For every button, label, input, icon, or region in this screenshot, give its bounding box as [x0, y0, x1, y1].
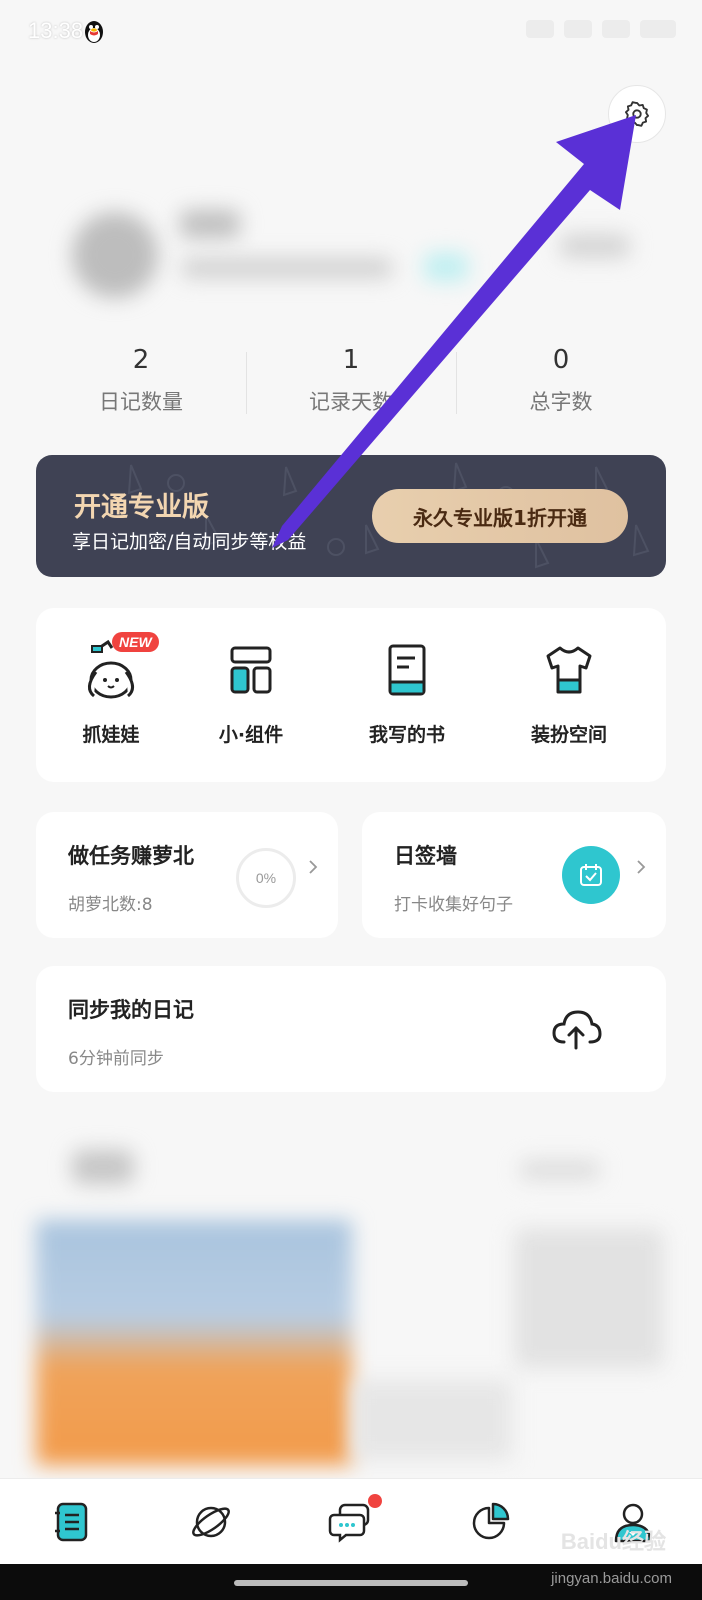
chat-icon: [328, 1503, 370, 1543]
quick-action-label: 小·组件: [218, 724, 284, 746]
calendar-check-icon: [580, 864, 602, 886]
task-subtitle: 胡萝北数:8: [68, 895, 153, 915]
cloud-upload-icon[interactable]: [550, 1006, 602, 1052]
promo-subtitle: 享日记加密/自动同步等权益: [72, 531, 307, 553]
wifi-icon: [602, 20, 630, 38]
task-title: 做任务赚萝北: [68, 844, 194, 868]
mute-icon: [526, 20, 554, 38]
home-indicator[interactable]: [234, 1580, 468, 1586]
sync-subtitle: 6分钟前同步: [68, 1049, 164, 1069]
widget-icon: [230, 646, 272, 694]
stat-diary-count: 2 日记数量: [36, 340, 246, 420]
quick-action-my-books[interactable]: 我写的书: [332, 638, 482, 747]
quick-action-label: 装扮空间: [530, 724, 607, 746]
notification-dot: [368, 1494, 382, 1508]
stat-label: 总字数: [529, 390, 593, 414]
stat-word-count: 0 总字数: [456, 340, 666, 420]
sign-wall-title: 日签墙: [394, 844, 457, 868]
stat-record-days: 1 记录天数: [246, 340, 456, 420]
quick-action-claw-machine[interactable]: NEW 抓娃娃: [36, 632, 186, 747]
sign-wall-card[interactable]: 日签墙 打卡收集好句子: [362, 812, 666, 938]
task-card[interactable]: 做任务赚萝北 胡萝北数:8 0%: [36, 812, 338, 938]
watermark-brand: Baidu经验: [560, 1529, 666, 1554]
settings-button[interactable]: [608, 85, 666, 143]
pie-chart-icon: [472, 1502, 510, 1540]
signal-icon: [564, 20, 592, 38]
quick-action-label: 抓娃娃: [82, 724, 140, 746]
planet-icon: [192, 1506, 230, 1538]
stats-row: 2 日记数量 1 记录天数 0 总字数: [36, 340, 666, 420]
tab-stats[interactable]: [464, 1495, 518, 1549]
blurred-section-link[interactable]: [520, 1160, 600, 1180]
blurred-thumbnail[interactable]: [352, 1380, 512, 1460]
chevron-right-icon: [309, 860, 318, 874]
gear-icon: [624, 101, 650, 127]
stat-label: 记录天数: [309, 390, 393, 414]
shirt-icon: [546, 646, 592, 694]
pro-upgrade-banner[interactable]: 开通专业版 享日记加密/自动同步等权益 永久专业版1折开通: [36, 455, 666, 577]
user-name-blurred: [180, 210, 240, 238]
quick-actions-card: NEW 抓娃娃 小·组件 我写的书 装扮空间: [36, 608, 666, 782]
battery-icon: [640, 20, 676, 38]
sync-title: 同步我的日记: [68, 998, 194, 1022]
avatar[interactable]: [72, 212, 158, 298]
book-icon: [388, 644, 426, 696]
task-progress-ring: 0%: [236, 848, 296, 908]
calendar-button: [562, 846, 620, 904]
profile-link-blurred[interactable]: [560, 234, 630, 258]
status-icons: [526, 20, 676, 38]
upgrade-button[interactable]: 永久专业版1折开通: [372, 489, 628, 543]
tab-planet[interactable]: [184, 1495, 238, 1549]
stat-value: 2: [132, 345, 150, 375]
qq-penguin-icon: [85, 21, 103, 43]
sign-wall-subtitle: 打卡收集好句子: [394, 895, 513, 915]
promo-title: 开通专业版: [74, 492, 209, 523]
notebook-icon: [55, 1502, 88, 1542]
user-badge-blurred: [424, 253, 468, 281]
new-badge: NEW: [112, 632, 159, 652]
blurred-photo[interactable]: [36, 1220, 352, 1465]
quick-action-widget[interactable]: 小·组件: [176, 638, 326, 747]
stat-value: 0: [552, 345, 570, 375]
chevron-right-icon: [637, 860, 646, 874]
sync-card[interactable]: 同步我的日记 6分钟前同步: [36, 966, 666, 1092]
status-time: 13:38: [28, 18, 84, 43]
user-id-blurred: [182, 258, 392, 278]
quick-action-dressup[interactable]: 装扮空间: [494, 638, 644, 747]
blurred-section-title: [72, 1150, 134, 1184]
blurred-thumbnail[interactable]: [514, 1228, 664, 1368]
tab-diary[interactable]: [44, 1495, 98, 1549]
quick-action-label: 我写的书: [368, 724, 445, 746]
watermark-url: jingyan.baidu.com: [551, 1570, 672, 1587]
stat-label: 日记数量: [99, 390, 183, 414]
stat-value: 1: [342, 345, 360, 375]
